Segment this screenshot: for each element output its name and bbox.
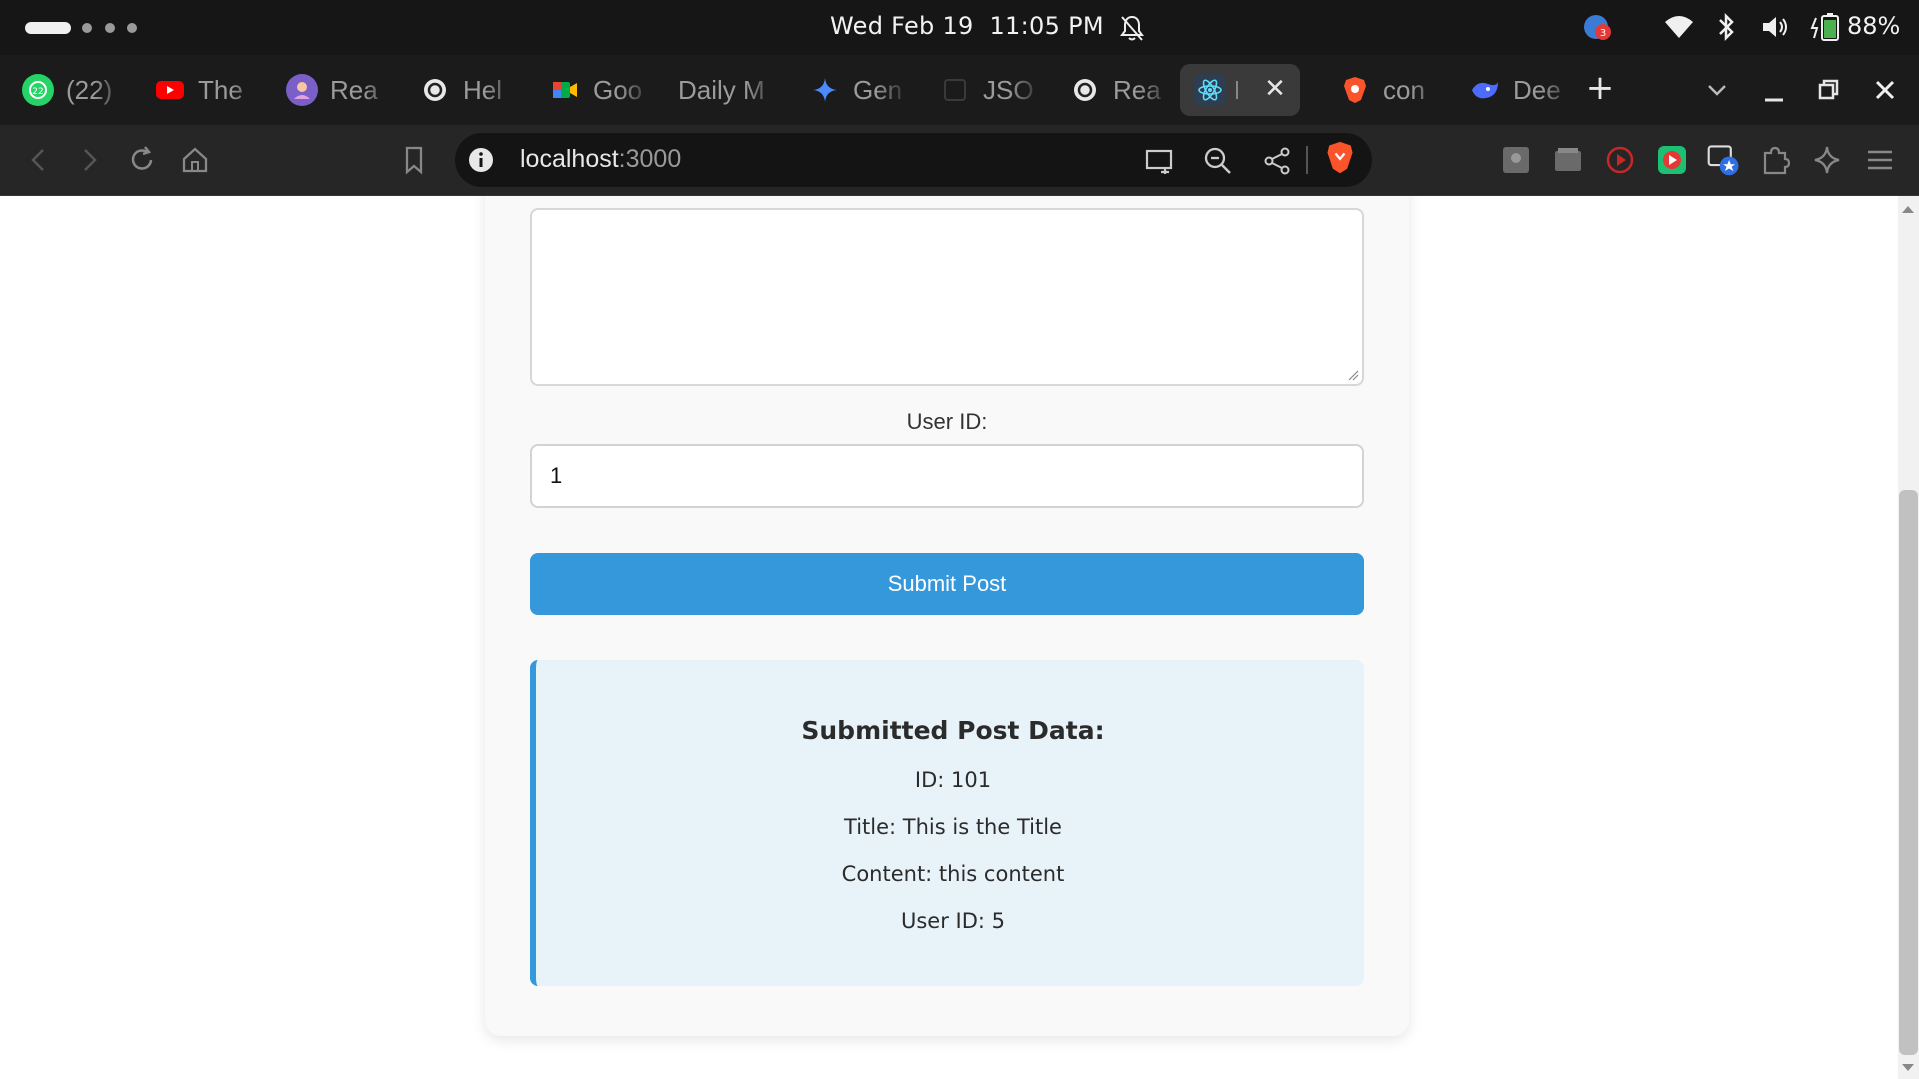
tab-strip: 22 (22) The Rea Hel Goo Daily M Rea ✕ co… bbox=[0, 55, 1919, 125]
result-content: Content: this content bbox=[841, 862, 1065, 886]
extensions-puzzle-icon[interactable] bbox=[1758, 143, 1792, 177]
tab-brave[interactable]: con bbox=[1325, 64, 1445, 116]
bluetooth-icon[interactable] bbox=[1715, 12, 1737, 42]
minimize-window-icon[interactable] bbox=[1757, 78, 1793, 108]
zoom-out-icon[interactable] bbox=[1201, 144, 1235, 178]
home-icon[interactable] bbox=[178, 143, 212, 177]
svg-text:22: 22 bbox=[32, 87, 43, 97]
notifications-muted-icon[interactable] bbox=[1118, 13, 1146, 43]
os-top-bar: Wed Feb 19 11:05 PM 3 88% bbox=[0, 0, 1919, 55]
volume-icon[interactable] bbox=[1760, 12, 1792, 42]
site-info-icon[interactable] bbox=[467, 146, 495, 174]
tab-youtube[interactable]: The bbox=[140, 64, 265, 116]
restore-window-icon[interactable] bbox=[1812, 76, 1848, 106]
whatsapp-icon: 22 bbox=[22, 74, 54, 106]
app-indicator-badge: 3 bbox=[1600, 28, 1606, 39]
tab-deepseek[interactable]: Dee bbox=[1455, 64, 1575, 116]
clock[interactable]: Wed Feb 19 11:05 PM bbox=[830, 12, 1104, 40]
resize-handle-icon[interactable] bbox=[1347, 369, 1359, 381]
url-port: :3000 bbox=[618, 145, 682, 173]
result-user-id: User ID: 5 bbox=[900, 909, 1005, 933]
tab-list-chevron-icon[interactable] bbox=[1700, 78, 1734, 102]
tab-daily[interactable]: Daily M bbox=[662, 64, 780, 116]
cast-icon[interactable] bbox=[1143, 144, 1177, 178]
workspace-indicator-active[interactable] bbox=[25, 22, 71, 34]
forward-icon[interactable] bbox=[72, 143, 106, 177]
battery-percentage: 88% bbox=[1847, 12, 1901, 40]
workspace-indicator[interactable] bbox=[82, 23, 92, 33]
wifi-icon[interactable] bbox=[1663, 12, 1695, 42]
content-textarea[interactable] bbox=[530, 208, 1364, 386]
json-icon bbox=[939, 74, 971, 106]
extension-recorder-icon[interactable] bbox=[1603, 143, 1637, 177]
url-host: localhost bbox=[520, 145, 619, 173]
page-viewport: User ID: 1 Submit Post Submitted Post Da… bbox=[0, 196, 1898, 1079]
battery-charging-icon[interactable] bbox=[1810, 12, 1844, 42]
submit-post-button[interactable]: Submit Post bbox=[530, 553, 1364, 615]
scroll-up-arrow-icon[interactable] bbox=[1902, 206, 1914, 213]
tab-rea[interactable]: Rea bbox=[272, 64, 397, 116]
workspace-indicator[interactable] bbox=[105, 23, 115, 33]
extension-map-icon[interactable] bbox=[1499, 143, 1533, 177]
openai-icon bbox=[419, 74, 451, 106]
leo-ai-icon[interactable] bbox=[1810, 143, 1844, 177]
tab-whatsapp[interactable]: 22 (22) bbox=[8, 64, 128, 116]
google-meet-icon bbox=[549, 74, 581, 106]
user-id-input[interactable]: 1 bbox=[530, 444, 1364, 508]
tab-google-meet[interactable]: Goo bbox=[535, 64, 653, 116]
tab-title-fragment bbox=[1236, 81, 1238, 99]
tab-gemini[interactable]: Gen bbox=[795, 64, 910, 116]
tab-rea-2[interactable]: Rea bbox=[1055, 64, 1173, 116]
back-icon[interactable] bbox=[22, 143, 56, 177]
gemini-icon bbox=[809, 74, 841, 106]
close-window-icon[interactable] bbox=[1868, 76, 1904, 106]
brave-shields-icon[interactable] bbox=[1323, 141, 1357, 175]
scroll-down-arrow-icon[interactable] bbox=[1902, 1064, 1914, 1071]
workspace-indicator[interactable] bbox=[127, 23, 137, 33]
share-icon[interactable] bbox=[1260, 144, 1294, 178]
result-id: ID: 101 bbox=[914, 768, 992, 792]
openai-icon bbox=[1069, 74, 1101, 106]
scrollbar-thumb[interactable] bbox=[1899, 490, 1918, 1055]
tab-react-app-active[interactable]: ✕ bbox=[1180, 64, 1300, 116]
new-tab-button[interactable]: + bbox=[1582, 70, 1618, 106]
avatar-icon bbox=[286, 74, 318, 106]
deepseek-icon bbox=[1469, 74, 1501, 106]
result-title: Title: This is the Title bbox=[844, 815, 1062, 839]
submitted-post-panel: Submitted Post Data: ID: 101 Title: This… bbox=[530, 660, 1364, 986]
user-id-label: User ID: bbox=[906, 409, 988, 434]
menu-icon[interactable] bbox=[1863, 143, 1897, 177]
brave-icon bbox=[1339, 74, 1371, 106]
toolbar-divider bbox=[1306, 146, 1308, 174]
bookmark-icon[interactable] bbox=[397, 143, 431, 177]
tab-json[interactable]: JSO bbox=[925, 64, 1043, 116]
extension-video-icon[interactable] bbox=[1655, 143, 1689, 177]
reload-icon[interactable] bbox=[125, 143, 159, 177]
app-indicator-icon[interactable]: 3 bbox=[1582, 12, 1612, 42]
tab-help[interactable]: Hel bbox=[405, 64, 520, 116]
extension-window-icon[interactable] bbox=[1551, 143, 1585, 177]
react-icon bbox=[1194, 74, 1226, 106]
url-text[interactable]: localhost:3000 bbox=[520, 145, 681, 174]
result-heading: Submitted Post Data: bbox=[801, 716, 1105, 745]
close-tab-icon[interactable]: ✕ bbox=[1262, 76, 1288, 102]
youtube-icon bbox=[154, 74, 186, 106]
extension-bookmark-star-icon[interactable] bbox=[1707, 143, 1741, 177]
